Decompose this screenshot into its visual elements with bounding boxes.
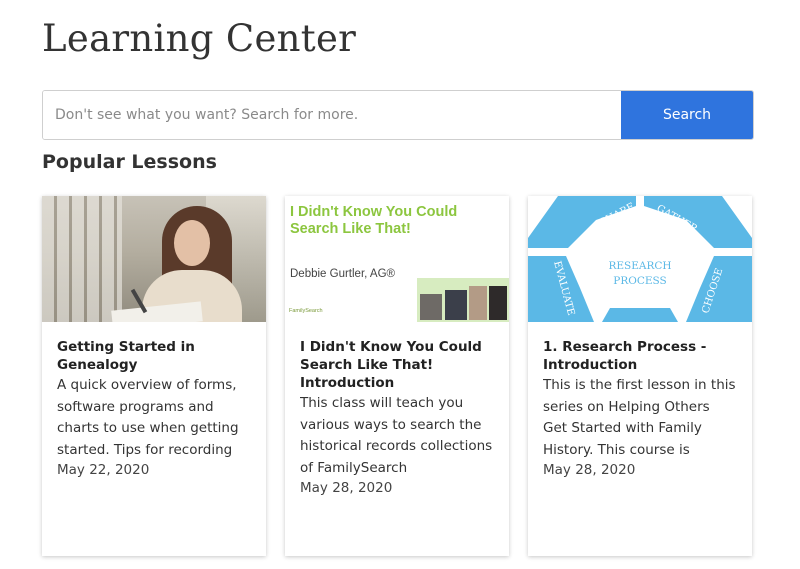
lesson-card-getting-started[interactable]: Getting Started in Genealogy A quick ove… <box>42 196 266 556</box>
slide-author: Debbie Gurtler, AG® <box>290 268 395 280</box>
search-button[interactable]: Search <box>621 91 753 139</box>
lesson-card-research-process[interactable]: SHARE GATHER EVALUATE CHOOSE RESEARCH PR… <box>528 196 752 556</box>
card-body: Getting Started in Genealogy A quick ove… <box>42 322 266 479</box>
person-face <box>174 220 210 266</box>
lesson-date: May 28, 2020 <box>543 462 636 478</box>
window-blinds-decor <box>42 196 122 322</box>
slide-photo <box>469 286 487 320</box>
lesson-card-search-like-that[interactable]: I Didn't Know You Could Search Like That… <box>285 196 509 556</box>
card-body: I Didn't Know You Could Search Like That… <box>285 322 509 497</box>
search-bar: Search <box>42 90 754 140</box>
lesson-title[interactable]: Getting Started in Genealogy <box>57 338 251 374</box>
slide-photo <box>445 290 467 320</box>
lesson-description: A quick overview of forms, software prog… <box>57 377 239 458</box>
page-title: Learning Center <box>42 17 357 60</box>
lesson-description: This class will teach you various ways t… <box>300 395 493 476</box>
slide-title: I Didn't Know You Could Search Like That… <box>290 204 458 237</box>
slide-photo <box>489 286 507 320</box>
lesson-date: May 28, 2020 <box>300 480 393 496</box>
card-body: 1. Research Process - Introduction This … <box>528 322 752 479</box>
diagram-center-label-line2: PROCESS <box>613 275 666 287</box>
lesson-thumbnail-slide[interactable]: I Didn't Know You Could Search Like That… <box>285 196 509 322</box>
lesson-date: May 22, 2020 <box>57 462 150 478</box>
lesson-thumbnail-diagram[interactable]: SHARE GATHER EVALUATE CHOOSE RESEARCH PR… <box>528 196 752 322</box>
lesson-description: This is the first lesson in this series … <box>543 377 736 458</box>
familysearch-logo: FamilySearch <box>289 308 323 314</box>
research-process-diagram: SHARE GATHER EVALUATE CHOOSE RESEARCH PR… <box>528 196 752 322</box>
lesson-title[interactable]: 1. Research Process - Introduction <box>543 338 737 374</box>
popular-lessons-heading: Popular Lessons <box>42 151 217 173</box>
diagram-segment-share <box>528 196 636 248</box>
lesson-title[interactable]: I Didn't Know You Could Search Like That… <box>300 338 494 392</box>
diagram-center-label-line1: RESEARCH <box>608 260 671 272</box>
diagram-segment-bottom <box>602 308 678 322</box>
search-input[interactable] <box>43 91 621 139</box>
slide-photo <box>420 294 442 320</box>
lesson-thumbnail-photo[interactable] <box>42 196 266 322</box>
